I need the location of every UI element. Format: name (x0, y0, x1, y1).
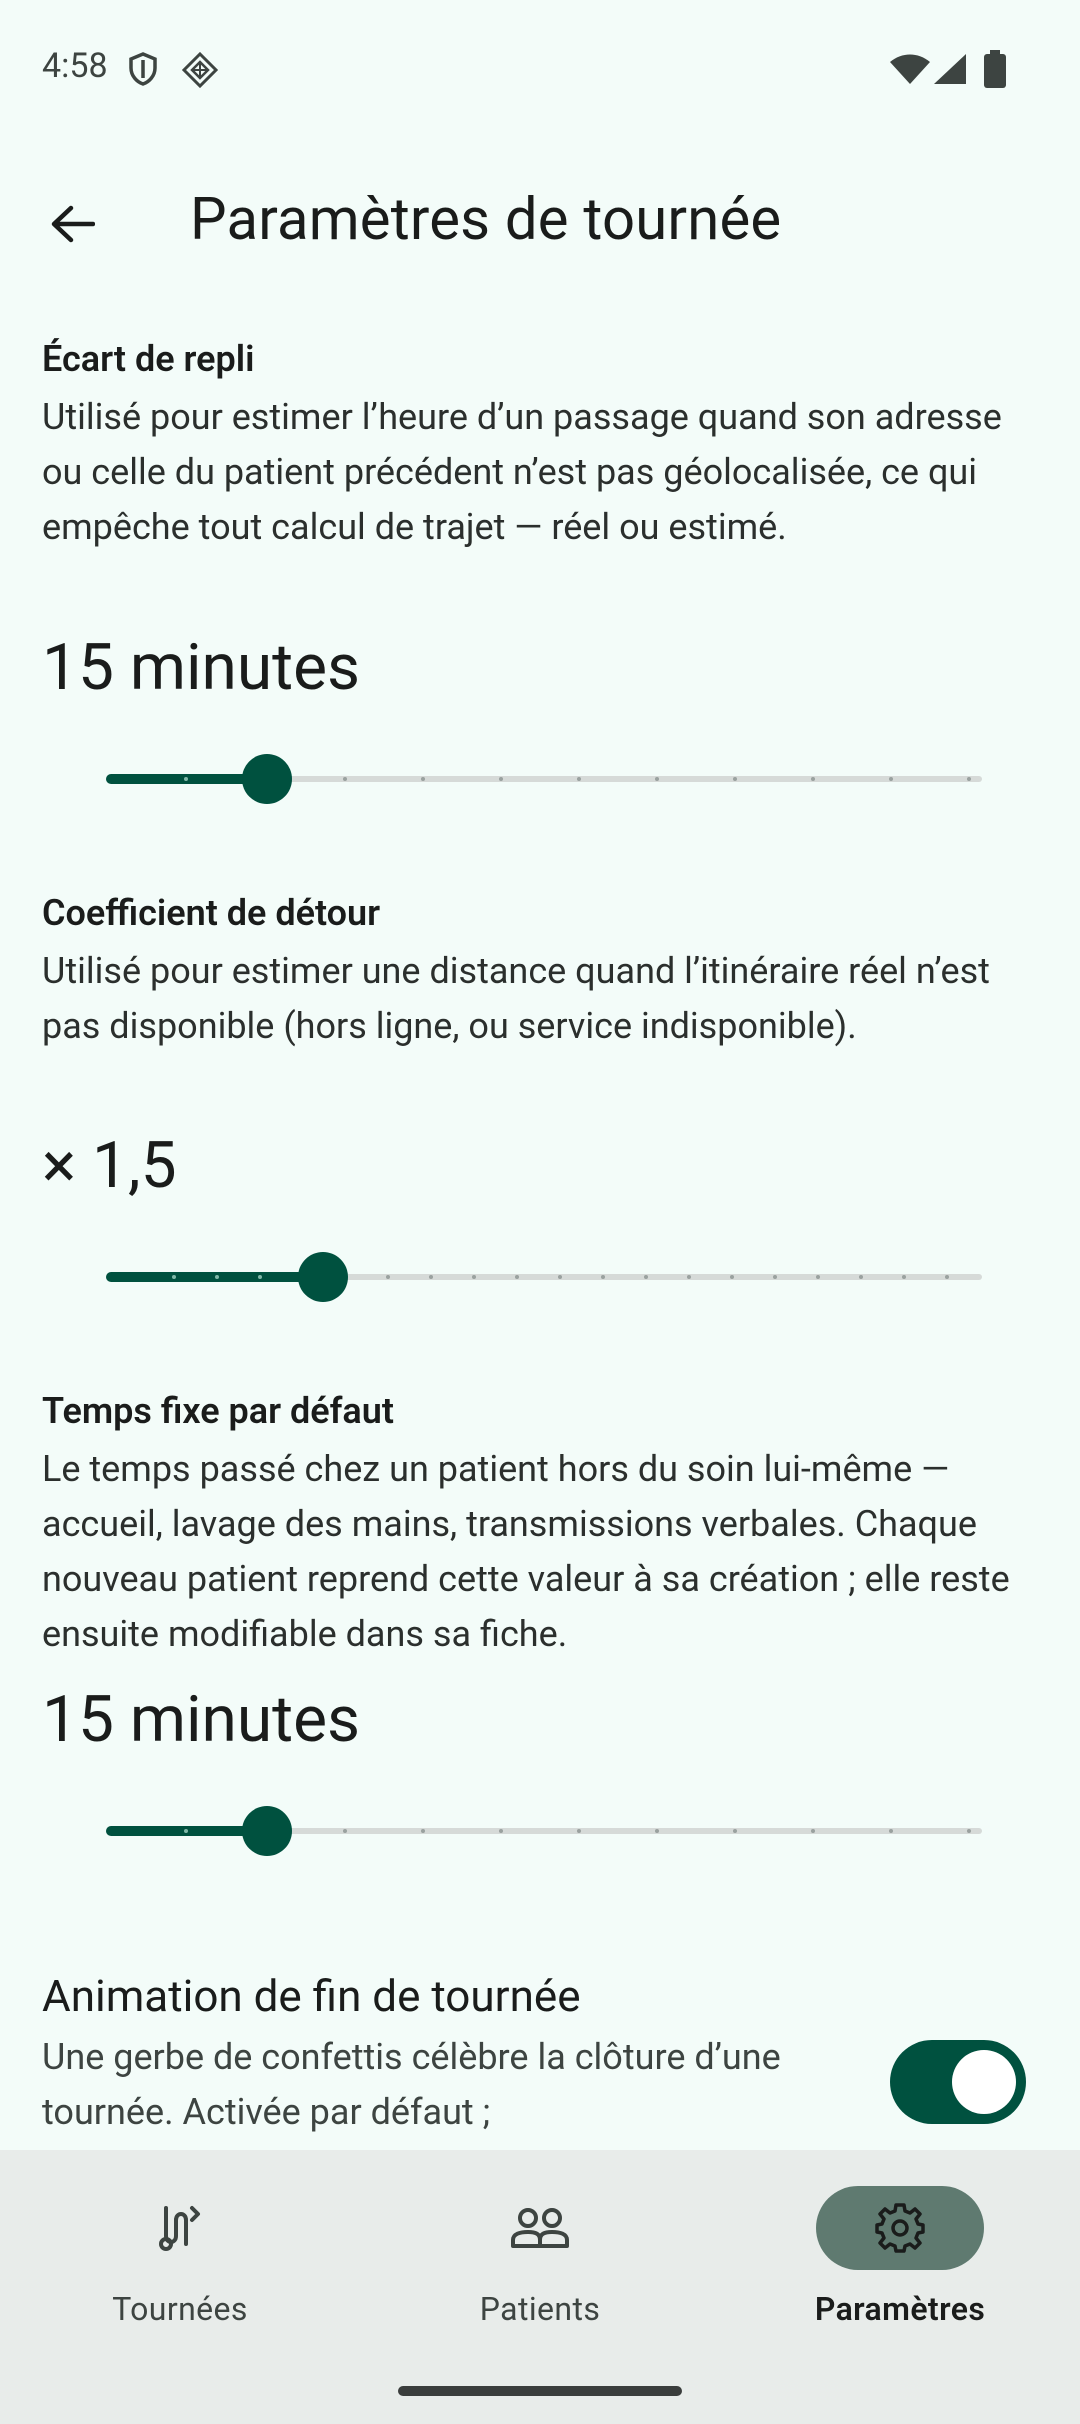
slider-tick (967, 777, 971, 781)
slider-tick (967, 1829, 971, 1833)
switch-knob (952, 2050, 1016, 2114)
slider-tick (421, 777, 425, 781)
home-indicator[interactable] (398, 2386, 682, 2396)
slider-tick (577, 1829, 581, 1833)
nav-item-patients[interactable]: Patients (390, 2186, 690, 2336)
slider-tick (945, 1275, 949, 1279)
toggle-description: Une gerbe de confettis célèbre la clôtur… (42, 2036, 781, 2133)
slider-tick (889, 777, 893, 781)
slider-tick (859, 1275, 863, 1279)
gear-icon (875, 2203, 925, 2253)
slider-tick (687, 1275, 691, 1279)
slider-tick (215, 1275, 219, 1279)
section-description: Utilisé pour estimer l’heure d’un passag… (42, 396, 1002, 548)
end-animation-section: Animation de fin de tournée Une gerbe de… (42, 1970, 1042, 2150)
end-animation-switch[interactable] (890, 2040, 1026, 2124)
section-description: Utilisé pour estimer une distance quand … (42, 950, 990, 1047)
slider-tick (421, 1829, 425, 1833)
section-description: Le temps passé chez un patient hors du s… (42, 1448, 1010, 1655)
slider-tick (644, 1275, 648, 1279)
slider-tick (655, 1829, 659, 1833)
section-title: Coefficient de détour (42, 892, 381, 934)
nav-item-parametres[interactable]: Paramètres (750, 2186, 1050, 2336)
nav-label: Paramètres (814, 2290, 986, 2328)
slider-tick (558, 1275, 562, 1279)
slider-tick (655, 777, 659, 781)
slider-tick (816, 1275, 820, 1279)
status-time: 4:58 (42, 46, 108, 86)
slider-tick (472, 1275, 476, 1279)
shield-icon (128, 52, 158, 90)
section-title: Temps fixe par défaut (42, 1390, 394, 1432)
section-value: × 1,5 (42, 1128, 177, 1203)
wifi-icon (890, 54, 930, 88)
default-fixed-time-section: Temps fixe par défaut Le temps passé che… (42, 1390, 1042, 1790)
slider-tick (733, 777, 737, 781)
arrow-back-icon (51, 205, 95, 243)
detour-coefficient-section: Coefficient de détour Utilisé pour estim… (42, 892, 1042, 1232)
fallback-gap-slider[interactable] (62, 748, 982, 808)
nav-icon-container (96, 2186, 264, 2270)
status-bar: 4:58 (0, 0, 1080, 140)
slider-tick (386, 1275, 390, 1279)
diamond-grid-icon (181, 51, 219, 92)
people-icon (511, 2208, 569, 2248)
slider-tick (902, 1275, 906, 1279)
section-value: 15 minutes (42, 630, 361, 705)
slider-tick (515, 1275, 519, 1279)
nav-label: Patients (479, 2290, 601, 2328)
slider-thumb[interactable] (242, 1806, 292, 1856)
slider-tick (184, 777, 188, 781)
slider-tick (258, 1275, 262, 1279)
slider-tick (172, 1275, 176, 1279)
slider-active-track (106, 1272, 322, 1282)
slider-thumb[interactable] (242, 754, 292, 804)
battery-icon (984, 50, 1006, 92)
slider-tick (577, 777, 581, 781)
bottom-navigation: Tournées Patients Paramètres (0, 2150, 1080, 2424)
back-button[interactable] (34, 186, 110, 262)
fallback-gap-section: Écart de repli Utilisé pour estimer l’he… (42, 338, 1042, 818)
toggle-title: Animation de fin de tournée (42, 1970, 581, 2022)
top-app-bar: Paramètres de tournée (0, 160, 1080, 280)
slider-tick (343, 1829, 347, 1833)
page-title: Paramètres de tournée (190, 186, 782, 254)
default-fixed-time-slider[interactable] (62, 1800, 982, 1860)
slider-tick (811, 777, 815, 781)
section-title: Écart de repli (42, 338, 255, 380)
slider-tick (429, 1275, 433, 1279)
nav-icon-container-active (816, 2186, 984, 2270)
slider-tick (601, 1275, 605, 1279)
section-value: 15 minutes (42, 1682, 361, 1757)
detour-coefficient-slider[interactable] (62, 1246, 982, 1306)
slider-tick (499, 1829, 503, 1833)
slider-tick (733, 1829, 737, 1833)
nav-label: Tournées (112, 2290, 248, 2328)
slider-tick (889, 1829, 893, 1833)
slider-thumb[interactable] (298, 1252, 348, 1302)
nav-item-tournees[interactable]: Tournées (30, 2186, 330, 2336)
slider-tick (730, 1275, 734, 1279)
slider-tick (811, 1829, 815, 1833)
slider-tick (499, 777, 503, 781)
slider-tick (343, 777, 347, 781)
slider-tick (184, 1829, 188, 1833)
slider-tick (773, 1275, 777, 1279)
signal-icon (934, 54, 966, 88)
nav-icon-container (456, 2186, 624, 2270)
route-icon (159, 2206, 200, 2251)
